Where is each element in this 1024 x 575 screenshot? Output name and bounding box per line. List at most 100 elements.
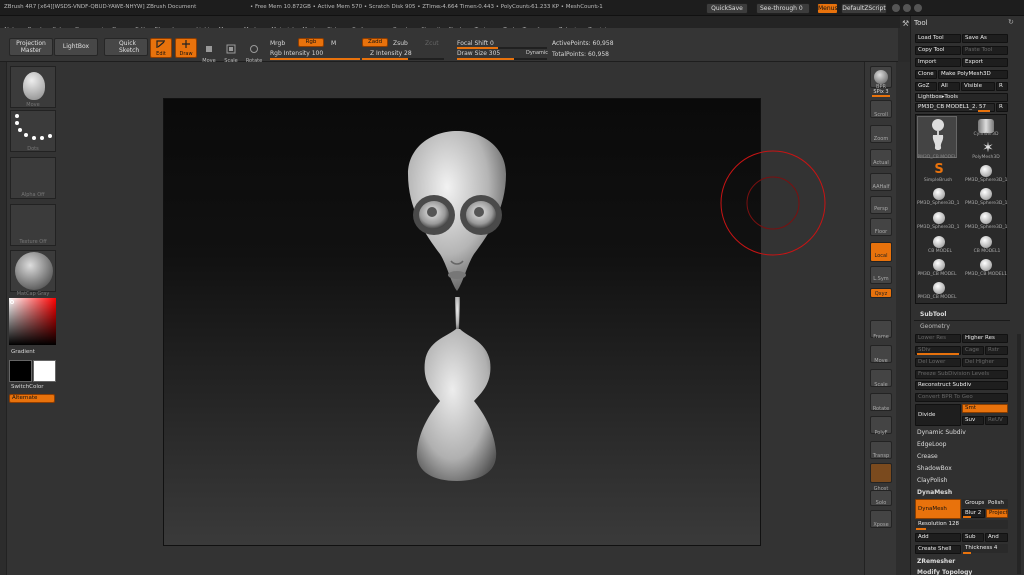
project-toggle[interactable]: Project bbox=[986, 509, 1008, 518]
left-tray-edge[interactable] bbox=[0, 62, 7, 575]
lightbox-button[interactable]: LightBox bbox=[54, 38, 98, 56]
sdiv-track[interactable] bbox=[917, 353, 959, 355]
shadowbox-section[interactable]: ShadowBox bbox=[917, 465, 952, 472]
claypolish-section[interactable]: ClayPolish bbox=[917, 477, 947, 484]
groups-toggle[interactable]: Groups bbox=[962, 499, 985, 508]
draw-size-track[interactable] bbox=[457, 58, 547, 60]
lightbox-tools-button[interactable]: Lightbox▸Tools bbox=[915, 93, 1008, 102]
reset-icon[interactable]: ↻ bbox=[1008, 18, 1014, 26]
subtool-section[interactable]: SubTool bbox=[920, 311, 946, 318]
switchcolor-button[interactable]: SwitchColor bbox=[11, 384, 44, 390]
tool-palette-scrollbar[interactable] bbox=[1017, 334, 1021, 574]
current-tool-r-button[interactable]: R bbox=[996, 103, 1008, 112]
crease-section[interactable]: Crease bbox=[917, 453, 938, 460]
tool-thumb-selected[interactable] bbox=[917, 116, 957, 158]
focal-shift-slider[interactable]: Focal Shift 0 bbox=[457, 40, 494, 47]
gradient-label[interactable]: Gradient bbox=[11, 349, 35, 355]
goz-all-button[interactable]: All bbox=[938, 82, 960, 91]
zcut-toggle[interactable]: Zcut bbox=[425, 40, 439, 47]
lower-res-button[interactable]: Lower Res bbox=[915, 334, 961, 343]
goz-r-button[interactable]: R bbox=[996, 82, 1008, 91]
higher-res-button[interactable]: Higher Res bbox=[962, 334, 1008, 343]
dynamic-subdiv-section[interactable]: Dynamic Subdiv bbox=[917, 429, 966, 436]
quick-sketch-button[interactable]: Quick Sketch bbox=[104, 38, 148, 56]
import-button[interactable]: Import bbox=[915, 58, 961, 67]
polish-toggle[interactable]: Polish bbox=[985, 499, 1008, 508]
goz-visible-button[interactable]: Visible bbox=[961, 82, 995, 91]
color-picker[interactable] bbox=[9, 298, 56, 345]
current-tool-track[interactable] bbox=[978, 110, 990, 112]
projection-master-button[interactable]: Projection Master bbox=[9, 38, 53, 56]
material-thumbnail[interactable] bbox=[10, 250, 56, 292]
geometry-section[interactable]: Geometry bbox=[920, 323, 950, 330]
zsub-toggle[interactable]: Zsub bbox=[393, 40, 408, 47]
resolution-track[interactable] bbox=[916, 528, 926, 530]
see-through-slider[interactable]: See-through 0 bbox=[756, 3, 810, 14]
spix-track[interactable] bbox=[872, 95, 890, 97]
dynamesh-button[interactable]: DynaMesh bbox=[915, 499, 961, 519]
resolution-slider[interactable]: Resolution 128 bbox=[915, 520, 1008, 529]
focal-shift-track[interactable] bbox=[457, 47, 547, 49]
rgb-intensity-track[interactable] bbox=[270, 58, 360, 60]
convert-bpr-button[interactable]: Convert BPR To Geo bbox=[915, 393, 1008, 402]
and-button[interactable]: And bbox=[985, 533, 1008, 542]
right-tray-divider[interactable] bbox=[896, 62, 910, 575]
dynamesh-section[interactable]: DynaMesh bbox=[917, 489, 952, 496]
alternate-toggle[interactable]: Alternate bbox=[9, 394, 55, 403]
save-as-button[interactable]: Save As bbox=[962, 34, 1008, 43]
export-button[interactable]: Export bbox=[962, 58, 1008, 67]
rstr-button[interactable]: Rstr bbox=[985, 346, 1008, 355]
mrgb-toggle[interactable]: Mrgb bbox=[270, 40, 285, 47]
secondary-color-swatch[interactable] bbox=[33, 360, 56, 382]
goz-button[interactable]: GoZ bbox=[915, 82, 937, 91]
maximize-icon[interactable] bbox=[903, 4, 911, 12]
local-button[interactable] bbox=[870, 242, 892, 262]
reconstruct-subdiv-button[interactable]: Reconstruct Subdiv bbox=[915, 381, 1008, 390]
m-toggle[interactable]: M bbox=[331, 40, 336, 47]
freeze-subdivision-button[interactable]: Freeze SubDivision Levels bbox=[915, 370, 1008, 379]
scale-mode-button[interactable]: Scale bbox=[221, 39, 241, 64]
menus-button[interactable]: Menus bbox=[817, 3, 838, 14]
cage-button[interactable]: Cage bbox=[962, 346, 984, 355]
del-higher-button[interactable]: Del Higher bbox=[962, 358, 1008, 367]
tool-thumb-label-1: Cylinder3D bbox=[973, 132, 999, 137]
move-mode-button[interactable]: Move bbox=[199, 39, 219, 64]
minimize-icon[interactable] bbox=[892, 4, 900, 12]
del-lower-button[interactable]: Del Lower bbox=[915, 358, 961, 367]
copy-tool-button[interactable]: Copy Tool bbox=[915, 46, 961, 55]
zremesher-section[interactable]: ZRemesher bbox=[917, 558, 955, 565]
reuv-button[interactable]: ReUV bbox=[985, 416, 1008, 425]
smt-toggle[interactable]: Smt bbox=[962, 404, 1008, 413]
tool-thumb-label-10: PM3D_CB MODEL bbox=[917, 272, 957, 277]
thickness-track[interactable] bbox=[963, 552, 971, 554]
create-shell-button[interactable]: Create Shell bbox=[915, 545, 961, 554]
blur-track[interactable] bbox=[963, 516, 971, 518]
quicksave-button[interactable]: QuickSave bbox=[706, 3, 748, 14]
z-intensity-slider[interactable]: Z Intensity 28 bbox=[370, 50, 412, 57]
main-color-swatch[interactable] bbox=[9, 360, 32, 382]
suv-toggle[interactable]: Suv bbox=[962, 416, 984, 425]
ghost-button[interactable] bbox=[870, 463, 892, 483]
rotate-mode-button[interactable]: Rotate bbox=[243, 39, 265, 64]
load-tool-button[interactable]: Load Tool bbox=[915, 34, 961, 43]
clone-button[interactable]: Clone bbox=[915, 70, 937, 79]
default-zscript-button[interactable]: DefaultZScript bbox=[841, 3, 887, 14]
paste-tool-button[interactable]: Paste Tool bbox=[962, 46, 1008, 55]
modify-topology-section[interactable]: Modify Topology bbox=[917, 569, 972, 575]
draw-mode-button[interactable]: Draw bbox=[175, 38, 197, 58]
dynamic-toggle[interactable]: Dynamic bbox=[526, 50, 548, 56]
scroll-label: Scroll bbox=[874, 112, 888, 118]
rgb-intensity-slider[interactable]: Rgb Intensity 100 bbox=[270, 50, 323, 57]
rgb-toggle[interactable]: Rgb bbox=[298, 38, 324, 47]
z-intensity-track[interactable] bbox=[362, 58, 444, 60]
make-polymesh-button[interactable]: Make PolyMesh3D bbox=[938, 70, 1008, 79]
document-canvas[interactable] bbox=[163, 98, 761, 546]
close-icon[interactable] bbox=[914, 4, 922, 12]
edgeloop-section[interactable]: EdgeLoop bbox=[917, 441, 947, 448]
divide-button[interactable]: Divide bbox=[915, 404, 961, 426]
add-button[interactable]: Add bbox=[915, 533, 961, 542]
draw-size-slider[interactable]: Draw Size 305 bbox=[457, 50, 500, 57]
sub-button[interactable]: Sub bbox=[962, 533, 984, 542]
zadd-toggle[interactable]: Zadd bbox=[362, 38, 388, 47]
edit-mode-button[interactable]: Edit bbox=[150, 38, 172, 58]
